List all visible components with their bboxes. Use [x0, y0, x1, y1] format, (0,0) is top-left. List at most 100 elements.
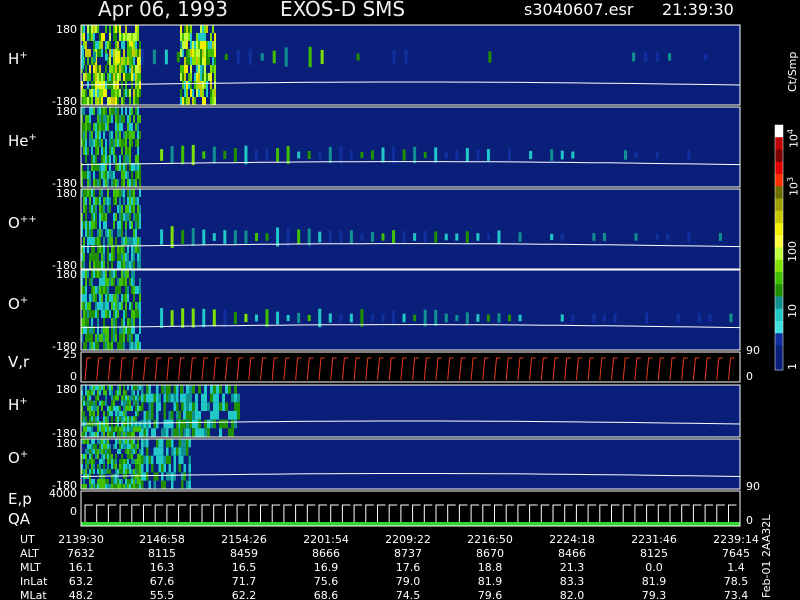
- spectrogram-cell: [95, 400, 97, 406]
- y-tick-top: 4000: [49, 487, 77, 500]
- spectrogram-streak: [164, 49, 168, 65]
- table-cell: 18.8: [478, 561, 503, 574]
- spectrogram-cell: [125, 205, 127, 213]
- spectrogram-cell: [166, 419, 169, 429]
- spectrogram-cell: [105, 400, 107, 406]
- spectrogram-streak: [381, 233, 385, 241]
- spectrogram-cell: [119, 469, 121, 474]
- spectrogram-cell: [89, 189, 91, 197]
- spectrogram-cell: [87, 171, 89, 179]
- spectrogram-cell: [186, 439, 189, 448]
- spectrogram-cell: [166, 385, 169, 394]
- spectrogram-cell: [141, 480, 144, 489]
- spectrogram-cell: [87, 57, 89, 65]
- colorbar-segment: [775, 321, 783, 334]
- spectrogram-cell: [153, 393, 156, 403]
- spectrogram-cell: [91, 454, 93, 459]
- spectrogram-cell: [111, 342, 113, 350]
- spectrogram-cell: [123, 342, 125, 350]
- spectrogram-cell: [87, 189, 89, 197]
- spectrogram-cell: [109, 444, 111, 449]
- table-cell: 2146:58: [139, 533, 185, 546]
- spectrogram-cell: [202, 65, 204, 73]
- spectrogram-cell: [85, 89, 87, 97]
- spectrogram-cell: [89, 253, 91, 261]
- spectrogram-cell: [103, 123, 105, 131]
- spectrogram-streak: [244, 145, 248, 165]
- spectrogram-cell: [85, 155, 87, 163]
- spectrogram-cell: [182, 49, 184, 57]
- spectrogram-cell: [111, 395, 113, 401]
- spectrogram-cell: [91, 342, 93, 350]
- spectrogram-cell: [133, 253, 135, 261]
- spectrogram-cell: [135, 405, 137, 411]
- spectrogram-cell: [119, 25, 121, 33]
- spectrogram-cell: [125, 286, 127, 294]
- spectrogram-cell: [103, 213, 105, 221]
- spectrogram-cell: [133, 444, 135, 449]
- table-cell: 2154:26: [221, 533, 267, 546]
- spectrogram-cell: [107, 97, 109, 105]
- spectrogram-cell: [109, 342, 111, 350]
- spectrogram-cell: [83, 89, 85, 97]
- spectrogram-cell: [119, 221, 121, 229]
- spectrogram-cell: [192, 49, 194, 57]
- spectrogram-cell: [141, 385, 144, 394]
- spectrogram-cell: [183, 402, 186, 411]
- spectrogram-cell: [101, 123, 103, 131]
- colorbar-segment: [775, 357, 783, 371]
- spectrogram-cell: [119, 253, 121, 261]
- spectrogram-cell: [119, 123, 121, 131]
- spectrogram-cell: [137, 479, 139, 484]
- spectrogram-cell: [182, 33, 184, 41]
- spectrogram-cell: [97, 261, 99, 269]
- spectrogram-cell: [234, 385, 237, 394]
- spectrogram-cell: [89, 115, 91, 123]
- spectrogram-cell: [95, 253, 97, 261]
- spectrogram-cell: [103, 385, 105, 391]
- spectrogram-cell: [123, 294, 125, 302]
- colorbar-label-10: 10: [786, 304, 799, 318]
- spectrogram-cell: [121, 123, 123, 131]
- spectrogram-cell: [111, 270, 113, 278]
- table-cell: 8737: [394, 547, 422, 560]
- spectrogram-cell: [111, 147, 113, 155]
- spectrogram-cell: [91, 97, 93, 105]
- table-cell: 16.3: [150, 561, 175, 574]
- spectrogram-cell: [135, 139, 137, 147]
- spectrogram-cell: [107, 253, 109, 261]
- spectrogram-cell: [190, 57, 192, 65]
- spectrogram-cell: [131, 278, 133, 286]
- spectrogram-cell: [204, 81, 206, 89]
- spectrogram-cell: [133, 65, 135, 73]
- table-cell: 1.4: [727, 561, 745, 574]
- spectrogram-streak: [413, 233, 417, 241]
- spectrogram-cell: [113, 302, 115, 310]
- spectrogram-cell: [119, 197, 121, 205]
- spectrogram-cell: [137, 139, 139, 147]
- spectrogram-cell: [125, 213, 127, 221]
- colorbar-segment: [775, 333, 783, 346]
- spectrogram-cell: [95, 197, 97, 205]
- spectrogram-streak: [444, 313, 448, 323]
- spectrogram-cell: [171, 472, 174, 481]
- spectrogram-cell: [117, 385, 119, 391]
- spectrogram-cell: [97, 41, 99, 49]
- spectrogram-cell: [121, 189, 123, 197]
- spectrogram-cell: [210, 393, 213, 403]
- colorbar-segment: [775, 259, 783, 273]
- spectrogram-cell: [123, 89, 125, 97]
- spectrogram-streak: [339, 230, 343, 244]
- spectrogram-cell: [139, 302, 141, 310]
- spectrogram-cell: [194, 97, 196, 105]
- spectrogram-cell: [133, 229, 135, 237]
- spectrogram-cell: [186, 25, 188, 33]
- spectrogram-cell: [83, 189, 85, 197]
- spectrogram-cell: [137, 474, 139, 479]
- spectrogram-streak: [687, 149, 691, 161]
- spectrogram-cell: [133, 73, 135, 81]
- spectrogram-cell: [109, 49, 111, 57]
- spectrogram-cell: [115, 439, 117, 444]
- spectrogram-streak: [349, 230, 353, 244]
- spectrogram-cell: [125, 253, 127, 261]
